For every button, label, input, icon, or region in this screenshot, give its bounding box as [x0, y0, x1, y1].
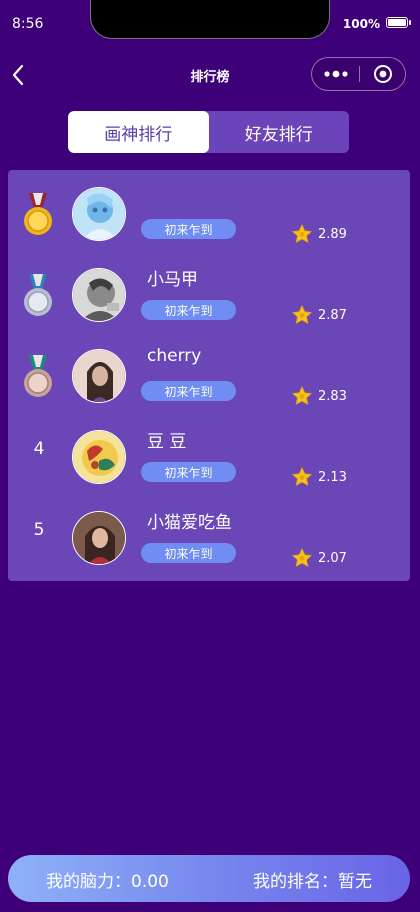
star-icon	[292, 305, 312, 324]
star-icon	[292, 548, 312, 567]
device-notch	[90, 0, 330, 39]
tab-friends-ranking[interactable]: 好友排行	[208, 111, 349, 153]
rank-number: 5	[33, 520, 45, 540]
my-brain-power: 我的脑力：0.00	[46, 872, 169, 892]
bronze-medal-icon	[24, 355, 52, 397]
player-score: 2.87	[291, 304, 347, 326]
score-value: 2.83	[318, 388, 347, 404]
avatar	[72, 268, 126, 322]
silver-medal-icon	[24, 274, 52, 316]
player-name: 豆 豆	[147, 432, 187, 452]
tab-draw-god-ranking[interactable]: 画神排行	[68, 111, 209, 153]
score-value: 2.89	[318, 226, 347, 242]
avatar	[72, 349, 126, 403]
more-dots-icon	[323, 70, 348, 78]
player-title-badge: 初来乍到	[141, 300, 236, 320]
target-close-icon	[374, 65, 392, 83]
leaderboard-row[interactable]: 5 小猫爱吃鱼 初来乍到 2.07	[8, 494, 410, 575]
avatar	[72, 430, 126, 484]
player-name: 小马甲	[147, 270, 198, 290]
status-bar: 8:56 100%	[0, 0, 420, 48]
battery-icon	[386, 17, 411, 28]
player-name: cherry	[147, 346, 202, 366]
ranking-tabs: 画神排行 好友排行	[68, 111, 349, 153]
star-icon	[292, 386, 312, 405]
leaderboard-row[interactable]: 初来乍到 2.89	[8, 170, 410, 251]
leaderboard-row[interactable]: 4 豆 豆 初来乍到 2.13	[8, 413, 410, 494]
more-button[interactable]	[312, 58, 359, 90]
avatar	[72, 511, 126, 565]
close-button[interactable]	[360, 58, 406, 90]
leaderboard-panel: 初来乍到 2.89 小马甲 初来乍到 2.87 cherry 初来乍到 2.83…	[8, 170, 410, 581]
score-value: 2.87	[318, 307, 347, 323]
battery-percent: 100%	[342, 17, 380, 31]
score-value: 2.13	[318, 469, 347, 485]
star-icon	[292, 224, 312, 243]
star-icon	[292, 467, 312, 486]
gold-medal-icon	[24, 193, 52, 235]
nav-bar: 排行榜	[0, 52, 420, 98]
leaderboard-row[interactable]: 小马甲 初来乍到 2.87	[8, 251, 410, 332]
leaderboard-row[interactable]: cherry 初来乍到 2.83	[8, 332, 410, 413]
player-title-badge: 初来乍到	[141, 219, 236, 239]
player-title-badge: 初来乍到	[141, 543, 236, 563]
my-rank: 我的排名：暂无	[253, 872, 372, 892]
player-name: 小猫爱吃鱼	[147, 513, 232, 533]
rank-number: 4	[33, 439, 45, 459]
score-value: 2.07	[318, 550, 347, 566]
player-score: 2.07	[291, 547, 347, 569]
player-title-badge: 初来乍到	[141, 462, 236, 482]
player-title-badge: 初来乍到	[141, 381, 236, 401]
player-score: 2.89	[291, 223, 347, 245]
status-time: 8:56	[12, 16, 44, 32]
player-score: 2.83	[291, 385, 347, 407]
my-stats-bar: 我的脑力：0.00 我的排名：暂无	[8, 855, 410, 902]
player-score: 2.13	[291, 466, 347, 488]
mini-program-capsule	[311, 57, 406, 91]
avatar	[72, 187, 126, 241]
